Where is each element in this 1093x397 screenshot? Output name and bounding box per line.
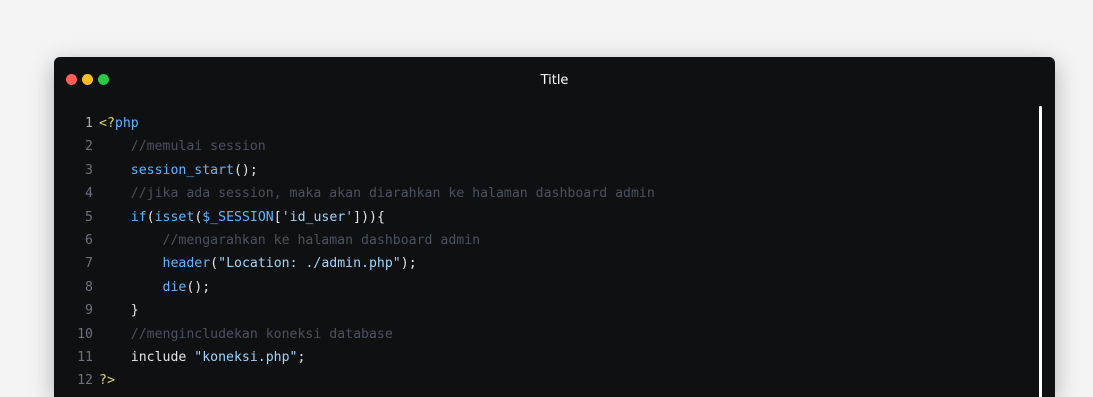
code-line: 7 header("Location: ./admin.php"); — [54, 252, 1055, 275]
code-window: Title 1 <?php 2 //memulai session 3 session… — [54, 57, 1055, 397]
code-token: php — [114, 116, 139, 131]
line-number: 7 — [85, 256, 93, 272]
code-line: 1 <?php — [54, 112, 1055, 135]
line-number: 2 — [85, 139, 93, 155]
code-text: session_start(); — [99, 159, 258, 182]
code-token: [ — [273, 209, 282, 225]
code-line: 4 //jika ada session, maka akan diarahka… — [54, 182, 1055, 205]
code-token: ( — [146, 209, 155, 225]
code-token: (); — [186, 279, 211, 295]
code-line: 8 die(); — [54, 276, 1055, 299]
code-line: 3 session_start(); — [54, 159, 1055, 182]
line-number: 10 — [77, 326, 93, 342]
code-text: //mengincludekan koneksi database — [99, 323, 393, 346]
code-line: 12 ?> — [54, 369, 1055, 392]
code-editor[interactable]: 1 <?php 2 //memulai session 3 session_start… — [54, 112, 1055, 393]
line-number: 8 — [85, 279, 93, 295]
line-number: 6 — [85, 232, 93, 248]
line-number: 9 — [85, 303, 93, 319]
code-token: $_SESSION — [202, 209, 274, 225]
line-number: 12 — [77, 373, 93, 389]
code-text: if(isset($_SESSION['id_user'])){ — [99, 206, 385, 229]
code-token: } — [99, 303, 139, 319]
code-token: <? — [99, 116, 115, 131]
code-token: die — [162, 279, 187, 295]
code-token: //mengincludekan koneksi database — [99, 326, 393, 342]
line-number: 5 — [85, 209, 93, 225]
code-line: 10 //mengincludekan koneksi database — [54, 323, 1055, 346]
line-number: 3 — [85, 162, 93, 178]
line-number: 1 — [85, 116, 93, 131]
code-token: (); — [233, 162, 258, 178]
code-token: header — [162, 256, 211, 272]
vertical-scrollbar[interactable] — [1039, 106, 1042, 397]
code-line: 11 include "koneksi.php"; — [54, 346, 1055, 369]
code-token: //jika ada session, maka akan diarahkan … — [99, 186, 655, 202]
line-number: 4 — [85, 186, 93, 202]
code-token: 'id_user' — [281, 209, 354, 225]
code-line: 6 //mengarahkan ke halaman dashboard adm… — [54, 229, 1055, 252]
code-token: //mengarahkan ke halaman dashboard admin — [99, 232, 481, 248]
window-title: Title — [540, 73, 569, 88]
code-token: ])){ — [353, 209, 385, 225]
code-text: //mengarahkan ke halaman dashboard admin — [99, 229, 481, 252]
code-line: 2 //memulai session — [54, 135, 1055, 158]
code-text: <?php — [99, 112, 139, 135]
code-token: "koneksi.php" — [194, 349, 298, 365]
code-line: 9 } — [54, 299, 1055, 322]
code-text: //memulai session — [99, 135, 266, 158]
code-token: session_start — [130, 162, 234, 178]
code-text: header("Location: ./admin.php"); — [99, 252, 417, 275]
code-token: "Location: ./admin.php" — [218, 256, 401, 272]
code-text: ?> — [99, 369, 115, 392]
code-token: ); — [400, 256, 417, 272]
code-token: isset — [154, 209, 195, 225]
code-text: include "koneksi.php"; — [99, 346, 306, 369]
code-token: ?> — [99, 373, 115, 389]
code-token: include — [99, 349, 195, 365]
code-text: } — [99, 299, 139, 322]
code-token: ( — [210, 256, 219, 272]
code-line: 5 if(isset($_SESSION['id_user'])){ — [54, 206, 1055, 229]
line-number: 11 — [77, 349, 93, 365]
title-bar: Title — [54, 57, 1055, 105]
code-text: //jika ada session, maka akan diarahkan … — [99, 182, 655, 205]
code-text: die(); — [99, 276, 211, 299]
code-token: if — [130, 209, 147, 225]
code-token: //memulai session — [99, 139, 266, 155]
code-token: ; — [297, 349, 306, 365]
